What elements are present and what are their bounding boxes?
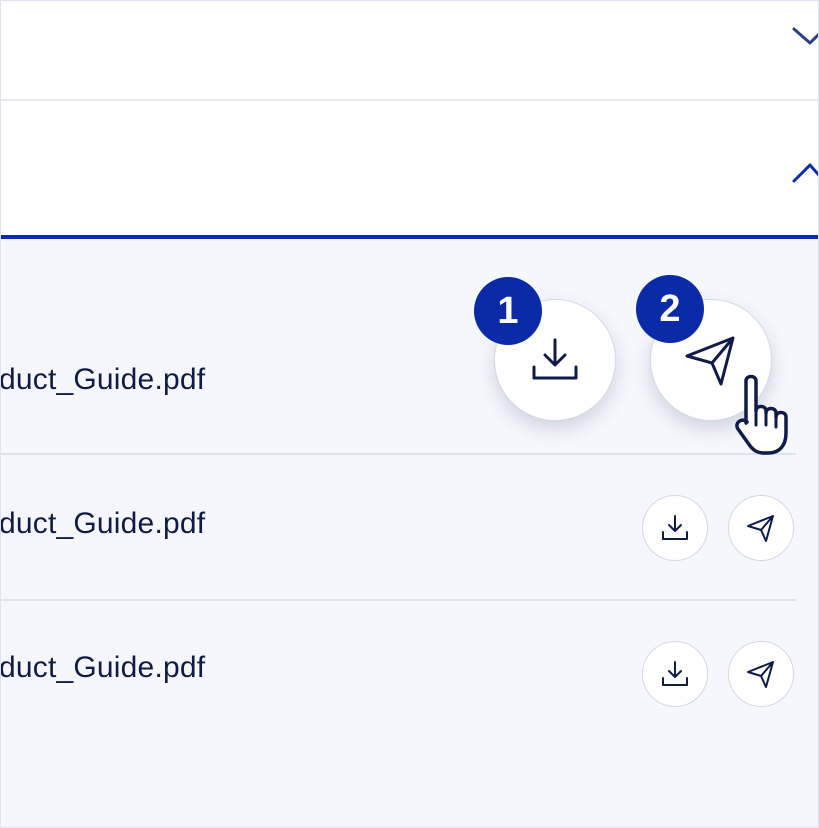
step-badge: 2	[636, 275, 704, 343]
file-name: duct_Guide.pdf	[0, 507, 206, 540]
accordion-section-collapsed[interactable]	[1, 1, 818, 101]
download-icon	[662, 661, 688, 686]
chevron-down-icon[interactable]	[788, 19, 818, 49]
download-icon	[662, 515, 688, 540]
file-row: duct_Guide.pdf	[1, 601, 796, 745]
download-icon	[532, 338, 578, 380]
file-row: duct_Guide.pdf	[1, 455, 796, 601]
file-name: duct_Guide.pdf	[0, 363, 206, 396]
download-button[interactable]	[642, 495, 708, 561]
step-badge: 1	[474, 277, 542, 345]
file-name: duct_Guide.pdf	[0, 651, 206, 684]
download-button[interactable]	[642, 641, 708, 707]
chevron-up-icon[interactable]	[788, 157, 818, 187]
file-list: duct_Guide.pdf 1 2 duct_Guide.pdf duct_G…	[1, 239, 818, 827]
file-panel: duct_Guide.pdf 1 2 duct_Guide.pdf duct_G…	[0, 0, 819, 828]
send-icon	[747, 515, 774, 542]
send-icon	[747, 661, 774, 688]
send-button[interactable]	[728, 495, 794, 561]
file-row: duct_Guide.pdf 1 2	[1, 239, 796, 455]
hand-pointer-icon	[735, 374, 788, 455]
send-button[interactable]	[728, 641, 794, 707]
send-icon	[685, 336, 735, 386]
accordion-section-expanded[interactable]	[1, 101, 818, 235]
